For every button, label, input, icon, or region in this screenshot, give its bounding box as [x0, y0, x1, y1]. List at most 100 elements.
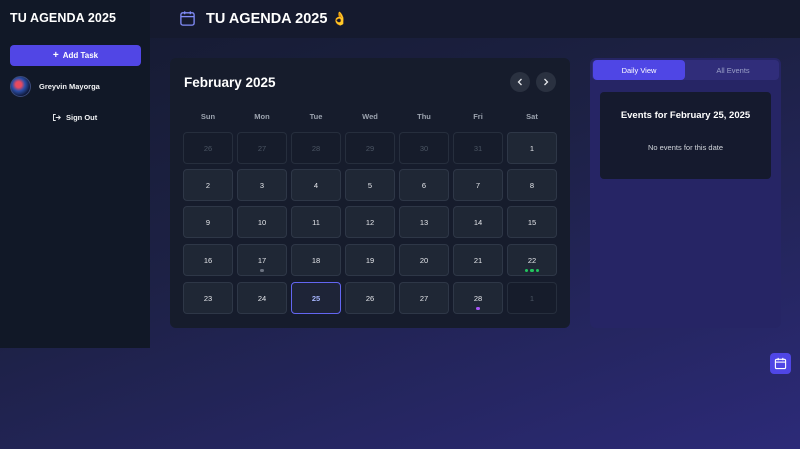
calendar-day[interactable]: 26 [183, 132, 233, 164]
user-name: Greyvin Mayorga [39, 82, 100, 91]
calendar-day[interactable]: 1 [507, 282, 557, 314]
tab-all-events[interactable]: All Events [687, 60, 779, 80]
calendar-day[interactable]: 2 [183, 169, 233, 201]
calendar-day[interactable]: 3 [237, 169, 287, 201]
calendar-day[interactable]: 21 [453, 244, 503, 276]
add-task-button[interactable]: + Add Task [10, 45, 141, 66]
weekday-mon: Mon [254, 112, 270, 121]
event-dot [260, 268, 264, 272]
calendar-day-today[interactable]: 25 [291, 282, 341, 314]
sign-out-icon [53, 114, 61, 121]
day-number: 6 [421, 180, 427, 190]
calendar-day[interactable]: 12 [345, 206, 395, 238]
calendar-day[interactable]: 8 [507, 169, 557, 201]
calendar-day[interactable]: 13 [399, 206, 449, 238]
day-number: 14 [473, 217, 483, 227]
day-number: 26 [203, 143, 213, 153]
calendar-day[interactable]: 18 [291, 244, 341, 276]
day-number: 19 [365, 255, 375, 265]
calendar-day[interactable]: 27 [399, 282, 449, 314]
day-number: 17 [257, 255, 267, 265]
day-number: 27 [419, 293, 429, 303]
chevron-right-icon [544, 78, 549, 86]
day-number: 26 [365, 293, 375, 303]
calendar-icon [774, 357, 787, 370]
weekday-fri: Fri [473, 112, 483, 121]
event-dot [476, 306, 480, 310]
month-title: February 2025 [184, 75, 276, 90]
tab-daily-view[interactable]: Daily View [593, 60, 685, 80]
calendar-day[interactable]: 9 [183, 206, 233, 238]
weekday-wed: Wed [362, 112, 378, 121]
calendar-day[interactable]: 6 [399, 169, 449, 201]
day-number: 3 [259, 180, 265, 190]
calendar-day[interactable]: 17 [237, 244, 287, 276]
calendar-day[interactable]: 11 [291, 206, 341, 238]
calendar-day[interactable]: 27 [237, 132, 287, 164]
calendar-day[interactable]: 28 [453, 282, 503, 314]
calendar-day[interactable]: 20 [399, 244, 449, 276]
weekday-sun: Sun [200, 112, 216, 121]
day-number: 9 [205, 217, 211, 227]
calendar-day[interactable]: 31 [453, 132, 503, 164]
calendar-day[interactable]: 24 [237, 282, 287, 314]
calendar-day[interactable]: 23 [183, 282, 233, 314]
event-indicators [508, 268, 556, 272]
plus-icon: + [52, 49, 59, 61]
day-number: 2 [205, 180, 211, 190]
calendar-day[interactable]: 19 [345, 244, 395, 276]
day-number: 4 [313, 180, 319, 190]
calendar-day[interactable]: 7 [453, 169, 503, 201]
page-title-text: TU AGENDA 2025 [206, 11, 328, 27]
sign-out-button[interactable]: Sign Out [52, 113, 97, 122]
weekday-thu: Thu [417, 112, 431, 121]
weekday-tue: Tue [309, 112, 323, 121]
event-dot [530, 268, 534, 272]
sidebar: TU AGENDA 2025 + Add Task Greyvin Mayorg… [0, 0, 150, 348]
day-number: 22 [527, 255, 537, 265]
calendar-day[interactable]: 1 [507, 132, 557, 164]
next-month-button[interactable] [536, 72, 556, 92]
view-tabs: Daily View All Events [592, 60, 779, 80]
day-number: 30 [419, 143, 429, 153]
add-task-label: Add Task [62, 51, 99, 60]
calendar-icon [180, 11, 195, 26]
day-number: 7 [475, 180, 481, 190]
day-number: 29 [365, 143, 375, 153]
ok-hand-icon: 👌 [331, 11, 348, 26]
day-number: 10 [257, 217, 267, 227]
day-number: 5 [367, 180, 373, 190]
day-number: 15 [527, 217, 537, 227]
previous-month-button[interactable] [510, 72, 530, 92]
day-number: 23 [203, 293, 213, 303]
avatar [10, 76, 31, 97]
day-number: 24 [257, 293, 267, 303]
calendar-day[interactable]: 30 [399, 132, 449, 164]
day-number: 21 [473, 255, 483, 265]
calendar-day[interactable]: 10 [237, 206, 287, 238]
sign-out-label: Sign Out [66, 113, 98, 122]
calendar-day[interactable]: 22 [507, 244, 557, 276]
day-number: 27 [257, 143, 267, 153]
calendar-day[interactable]: 4 [291, 169, 341, 201]
calendar-day[interactable]: 14 [453, 206, 503, 238]
day-number: 31 [473, 143, 483, 153]
calendar-day[interactable]: 15 [507, 206, 557, 238]
weekday-sat: Sat [526, 112, 538, 121]
calendar-day[interactable]: 26 [345, 282, 395, 314]
calendar-day[interactable]: 28 [291, 132, 341, 164]
day-number: 12 [365, 217, 375, 227]
events-panel: Events for February 25, 2025 No events f… [600, 92, 771, 179]
calendar-day[interactable]: 5 [345, 169, 395, 201]
event-indicators [454, 306, 502, 310]
calendar-day[interactable]: 29 [345, 132, 395, 164]
calendar-fab-button[interactable] [770, 353, 791, 374]
day-number: 20 [419, 255, 429, 265]
day-number: 11 [312, 217, 320, 227]
day-number: 1 [529, 293, 535, 303]
chevron-left-icon [517, 78, 522, 86]
user-profile[interactable]: Greyvin Mayorga [10, 76, 100, 97]
calendar-day[interactable]: 16 [183, 244, 233, 276]
day-number: 25 [311, 293, 321, 303]
event-indicators [238, 268, 286, 272]
